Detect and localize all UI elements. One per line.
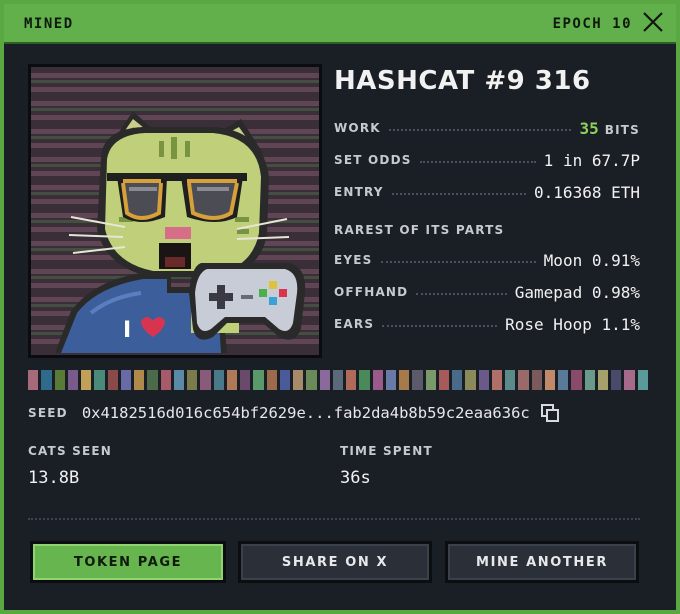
cat-portrait: I (28, 64, 322, 358)
leader-dots (391, 193, 527, 195)
palette-swatch (94, 370, 105, 390)
work-unit: BITS (604, 122, 640, 137)
time-spent-stat: TIME SPENT 36s (340, 444, 433, 488)
palette-swatch (134, 370, 145, 390)
details-panel: HASHCAT #9 316 WORK 35 BITS SET ODDS 1 in… (334, 62, 646, 334)
odds-row: SET ODDS 1 in 67.7P (334, 150, 640, 170)
cats-seen-value: 13.8B (28, 468, 80, 488)
work-value: 35 BITS (579, 119, 640, 138)
shirt-text: I (123, 318, 131, 343)
palette-swatch (187, 370, 198, 390)
palette-swatch (67, 370, 78, 390)
palette-swatch (544, 370, 555, 390)
copy-icon[interactable] (540, 403, 560, 423)
palette-swatch (332, 370, 343, 390)
palette-swatch (558, 370, 569, 390)
rarest-heading: RAREST OF ITS PARTS (334, 223, 505, 237)
palette-swatch (531, 370, 542, 390)
leader-dots (382, 325, 498, 327)
entry-label: ENTRY (334, 185, 384, 199)
palette-swatch (213, 370, 224, 390)
seed-label: SEED (28, 406, 68, 420)
palette-swatch (147, 370, 158, 390)
entry-value: 0.16368 ETH (534, 182, 640, 202)
palette-swatch (584, 370, 595, 390)
title-bar: MINED EPOCH 10 (4, 4, 676, 44)
palette-swatch (28, 370, 39, 390)
palette-swatch (306, 370, 317, 390)
palette-swatch (399, 370, 410, 390)
work-bits: 35 (579, 118, 599, 138)
rarest-value: Moon 0.91% (543, 250, 640, 270)
palette-swatch (200, 370, 211, 390)
palette-swatch (279, 370, 290, 390)
palette-swatch (173, 370, 184, 390)
time-spent-label: TIME SPENT (340, 444, 433, 458)
palette-swatch (372, 370, 383, 390)
palette-swatch (160, 370, 171, 390)
palette-swatch (491, 370, 502, 390)
color-palette-strip (28, 370, 648, 390)
rarest-label: OFFHAND (334, 285, 409, 299)
palette-swatch (319, 370, 330, 390)
leader-dots (380, 261, 536, 263)
work-label: WORK (334, 121, 381, 135)
cats-seen-label: CATS SEEN (28, 444, 113, 458)
palette-swatch (359, 370, 370, 390)
cat-name: HASHCAT #9 316 (334, 66, 591, 96)
seed-value: 0x4182516d016c654bf2629e...fab2da4b8b59c… (81, 404, 530, 422)
palette-swatch (478, 370, 489, 390)
palette-swatch (253, 370, 264, 390)
status-label: MINED (24, 16, 74, 32)
rarest-row: EARS Rose Hoop 1.1% (334, 314, 640, 334)
palette-swatch (266, 370, 277, 390)
palette-swatch (465, 370, 476, 390)
palette-swatch (107, 370, 118, 390)
palette-swatch (120, 370, 131, 390)
palette-swatch (611, 370, 622, 390)
divider (28, 518, 640, 520)
time-spent-value: 36s (340, 468, 371, 488)
result-window: MINED EPOCH 10 I HASHCAT #9 316 WORK 35 … (0, 0, 680, 614)
token-page-button[interactable]: TOKEN PAGE (30, 541, 226, 583)
palette-swatch (425, 370, 436, 390)
close-icon[interactable] (642, 11, 664, 33)
palette-swatch (54, 370, 65, 390)
work-row: WORK 35 BITS (334, 118, 640, 138)
rarest-row: OFFHAND Gamepad 0.98% (334, 282, 640, 302)
palette-swatch (293, 370, 304, 390)
palette-swatch (505, 370, 516, 390)
palette-swatch (438, 370, 449, 390)
rarest-row: EYES Moon 0.91% (334, 250, 640, 270)
palette-swatch (637, 370, 648, 390)
epoch-label: EPOCH 10 (552, 16, 632, 32)
palette-swatch (226, 370, 237, 390)
palette-swatch (624, 370, 635, 390)
seed-row: SEED 0x4182516d016c654bf2629e...fab2da4b… (28, 402, 640, 424)
odds-value: 1 in 67.7P (543, 150, 640, 170)
rarest-label: EARS (334, 317, 375, 331)
mine-another-button[interactable]: MINE ANOTHER (445, 541, 639, 583)
palette-swatch (518, 370, 529, 390)
rarest-value: Gamepad 0.98% (514, 282, 640, 302)
rarest-label: EYES (334, 253, 373, 267)
palette-swatch (452, 370, 463, 390)
palette-swatch (597, 370, 608, 390)
palette-swatch (240, 370, 251, 390)
share-on-x-button[interactable]: SHARE ON X (238, 541, 432, 583)
odds-label: SET ODDS (334, 153, 412, 167)
leader-dots (419, 161, 536, 163)
leader-dots (416, 293, 507, 295)
leader-dots (388, 129, 572, 131)
palette-swatch (412, 370, 423, 390)
entry-row: ENTRY 0.16368 ETH (334, 182, 640, 202)
palette-swatch (41, 370, 52, 390)
cat-image: I (31, 67, 319, 355)
cats-seen-stat: CATS SEEN 13.8B (28, 444, 112, 488)
rarest-value: Rose Hoop 1.1% (505, 314, 640, 334)
palette-swatch (571, 370, 582, 390)
palette-swatch (385, 370, 396, 390)
palette-swatch (81, 370, 92, 390)
palette-swatch (346, 370, 357, 390)
